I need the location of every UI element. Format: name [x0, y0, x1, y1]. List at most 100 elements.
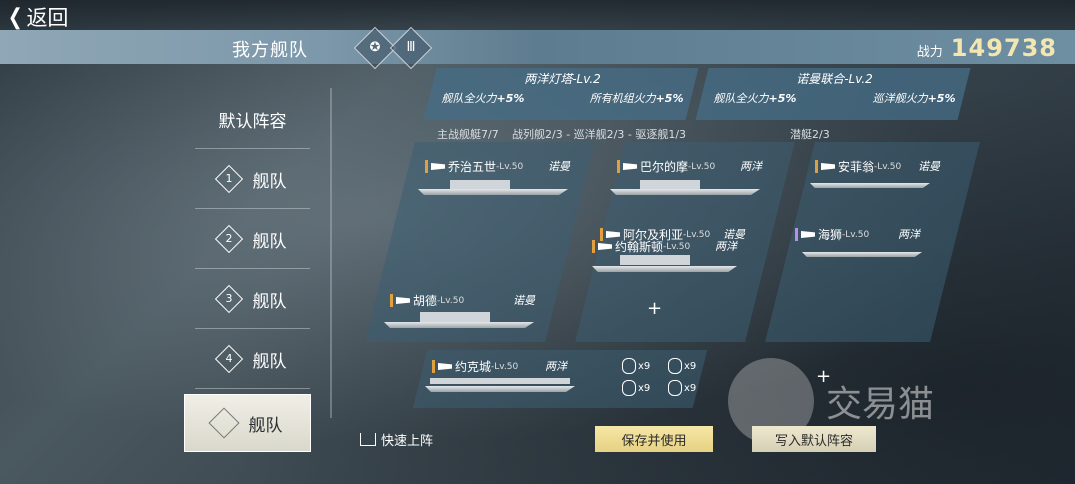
fleet-number-icon: 3 [214, 284, 243, 314]
ship-slot[interactable]: 海狮 -Lv.50 两洋 [795, 226, 920, 243]
fleet-tab-3[interactable]: 3 舰队 [195, 270, 310, 329]
ship-name: 海狮 [818, 228, 843, 242]
default-lineup[interactable]: 默认阵容 [195, 90, 310, 149]
ship-slot[interactable]: 乔治五世 -Lv.50 诺曼 [425, 158, 570, 175]
deploy-icon [360, 433, 376, 446]
fleet-number-icon: 1 [214, 164, 243, 194]
aircraft-icon [622, 358, 636, 374]
power-label: 战力 [916, 45, 943, 60]
battleship-icon [431, 163, 445, 170]
aircraft-count: x9 [622, 358, 650, 374]
quick-deploy-button[interactable]: 快速上阵 [360, 430, 433, 449]
top-bar: ❮ 返回 [0, 0, 1075, 30]
bonus-title: 两洋灯塔-Lv.2 [524, 72, 601, 86]
ship-type-count: 战列舰2/3 - 巡洋舰2/3 - 驱逐舰1/3 [512, 128, 687, 141]
nation-emblem-icon[interactable]: Ⅲ [389, 26, 433, 70]
ship-superstructure [420, 312, 490, 322]
cruiser-icon [623, 163, 637, 170]
submarine-icon [801, 231, 815, 238]
ship-level: -Lv.50 [437, 295, 465, 306]
save-and-use-button[interactable]: 保存并使用 [595, 426, 713, 452]
fleet-emblem-icon [207, 407, 240, 439]
bonus-text: 所有机组火力 [589, 92, 656, 105]
ship-level: -Lv.50 [496, 161, 524, 172]
ship-hull [810, 183, 930, 188]
ship-name: 巴尔的摩 [640, 160, 689, 174]
aircraft-count: x9 [668, 358, 696, 374]
ship-nation: 两洋 [898, 228, 920, 241]
quick-deploy-label: 快速上阵 [381, 434, 434, 449]
bonus-pct: +5% [768, 92, 797, 105]
carrier-icon [438, 363, 452, 370]
divider [330, 88, 332, 418]
ship-nation: 诺曼 [513, 294, 535, 307]
ship-name: 约翰斯顿 [615, 240, 664, 254]
ship-nation: 诺曼 [918, 160, 940, 173]
title-bar: 我方舰队 ✪ Ⅲ 战力 149738 [0, 26, 1075, 70]
ship-name: 乔治五世 [448, 160, 497, 174]
bonus-text: 舰队全火力 [713, 92, 769, 105]
ship-superstructure [620, 255, 690, 265]
fleet-tab-2[interactable]: 2 舰队 [195, 210, 310, 269]
add-ship-icon[interactable]: + [647, 298, 662, 319]
ship-level: -Lv.50 [688, 161, 716, 172]
default-lineup-label: 默认阵容 [218, 111, 287, 132]
ship-nation: 两洋 [715, 240, 737, 253]
fleet-tab-label: 舰队 [252, 171, 287, 192]
bonus-title: 诺曼联合-Lv.2 [796, 72, 873, 86]
submarine-count: 潜艇2/3 [790, 128, 830, 141]
ship-hull [418, 189, 568, 195]
ship-slot[interactable]: 胡德 -Lv.50 诺曼 [390, 292, 535, 309]
ship-level: -Lv.50 [842, 229, 870, 240]
ship-nation: 诺曼 [548, 160, 570, 173]
combat-power: 战力 149738 [917, 34, 1057, 62]
page-title: 我方舰队 [232, 40, 308, 61]
ship-nation: 两洋 [740, 160, 762, 173]
ship-level: -Lv.50 [874, 161, 902, 172]
fleet-tab-1[interactable]: 1 舰队 [195, 150, 310, 209]
write-default-lineup-button[interactable]: 写入默认阵容 [752, 426, 876, 452]
fleet-tab-4[interactable]: 4 舰队 [195, 330, 310, 389]
power-value: 149738 [950, 34, 1057, 62]
back-button[interactable]: ❮ 返回 [6, 2, 69, 32]
bonus-pct: +5% [655, 92, 684, 105]
cruiser-icon [606, 231, 620, 238]
main-ship-count: 主战舰艇7/7 [437, 128, 499, 141]
chevron-left-icon: ❮ [7, 4, 23, 30]
fleet-number-icon: 2 [214, 224, 243, 254]
fleet-number-icon: 4 [214, 344, 243, 374]
ship-superstructure [640, 180, 700, 190]
ship-slot[interactable]: 安菲翁 -Lv.50 诺曼 [815, 158, 940, 175]
aircraft-icon [668, 380, 682, 396]
back-label: 返回 [26, 6, 69, 30]
ship-hull [802, 252, 922, 257]
fleet-tab-active[interactable]: 舰队 [184, 394, 311, 452]
fleet-tab-label: 舰队 [252, 231, 287, 252]
fleet-tab-active-label: 舰队 [248, 415, 283, 436]
ship-name: 胡德 [413, 294, 438, 308]
fleet-tab-label: 舰队 [252, 291, 287, 312]
ship-slot[interactable]: 巴尔的摩 -Lv.50 两洋 [617, 158, 762, 175]
ship-level: -Lv.50 [491, 361, 519, 372]
destroyer-icon [598, 243, 612, 250]
aircraft-icon [668, 358, 682, 374]
ship-superstructure [450, 180, 510, 190]
bonus-banner-2[interactable]: 诺曼联合-Lv.2 舰队全火力+5% 巡洋舰火力+5% [695, 68, 971, 120]
ship-name: 安菲翁 [838, 160, 875, 174]
ship-level: -Lv.50 [663, 241, 691, 252]
ship-nation: 两洋 [545, 360, 567, 373]
bonus-pct: +5% [927, 92, 956, 105]
fleet-tab-label: 舰队 [252, 351, 287, 372]
aircraft-icon [622, 380, 636, 396]
ship-hull [425, 386, 575, 392]
battleship-icon [396, 297, 410, 304]
ship-name: 约克城 [455, 360, 492, 374]
aircraft-count: x9 [622, 380, 650, 396]
submarine-icon [821, 163, 835, 170]
ship-slot[interactable]: 约翰斯顿 -Lv.50 两洋 [592, 238, 737, 255]
ship-hull [610, 189, 760, 195]
ship-hull [384, 322, 534, 328]
ship-slot[interactable]: 约克城 -Lv.50 两洋 [432, 358, 567, 375]
carrier-deck [430, 378, 570, 384]
bonus-banner-1[interactable]: 两洋灯塔-Lv.2 舰队全火力+5% 所有机组火力+5% [423, 68, 699, 120]
